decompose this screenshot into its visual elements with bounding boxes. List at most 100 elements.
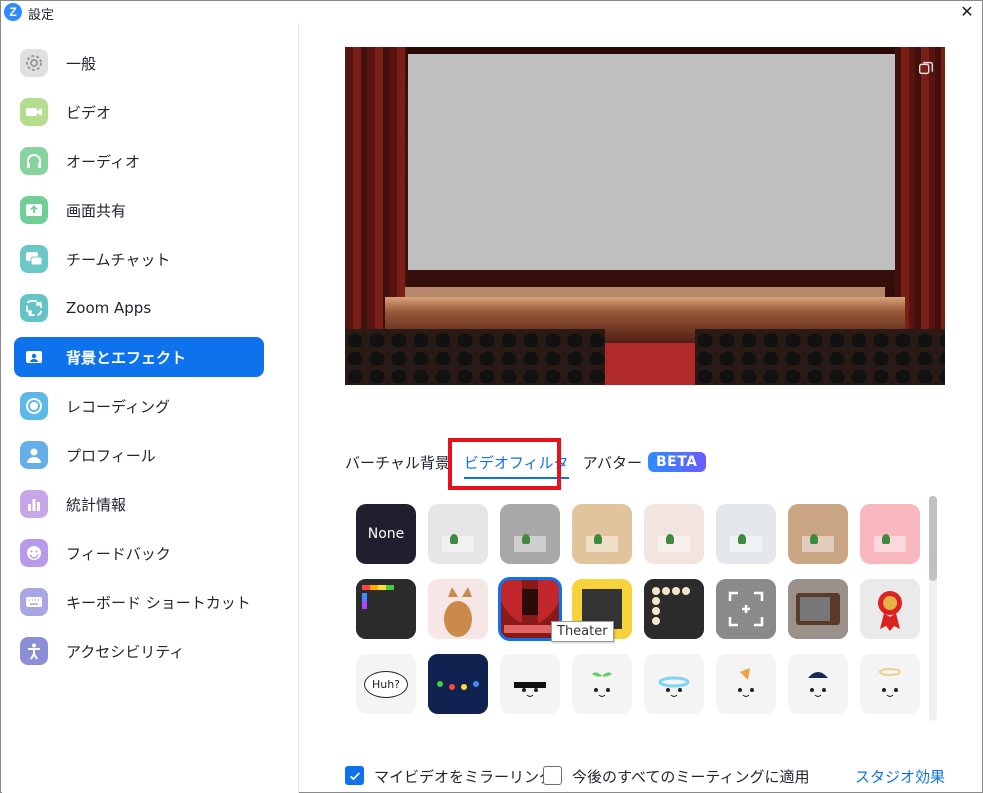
sidebar-item-label: チームチャット — [66, 250, 171, 269]
mirror-checkbox[interactable] — [345, 766, 364, 785]
bottom-options: マイビデオをミラーリング 今後のすべてのミーティングに適用 スタジオ効果 — [345, 765, 945, 787]
tab-avatar[interactable]: アバター — [583, 452, 642, 473]
copy-window-icon[interactable] — [915, 57, 937, 79]
desk-shape — [730, 536, 762, 552]
desk-shape — [586, 536, 618, 552]
headphones-icon — [20, 147, 48, 175]
sidebar-item-7[interactable]: レコーディング — [14, 386, 264, 426]
filter-tile-dog-frame[interactable] — [428, 579, 488, 639]
apply-all-label[interactable]: 今後のすべてのミーティングに適用 — [572, 766, 809, 787]
sidebar-item-1[interactable]: ビデオ — [14, 92, 264, 132]
bar-chart-icon — [20, 490, 48, 518]
medal-icon — [860, 579, 920, 639]
keyboard-icon — [20, 588, 48, 616]
tab-virtual-background[interactable]: バーチャル背景 — [345, 452, 450, 473]
filter-tile-string-lights[interactable] — [428, 654, 488, 714]
sidebar-item-label: 統計情報 — [66, 495, 127, 514]
sidebar-item-8[interactable]: プロフィール — [14, 435, 264, 475]
smile-icon — [20, 539, 48, 567]
desk-shape — [514, 536, 546, 552]
sidebar-item-12[interactable]: アクセシビリティ — [14, 631, 264, 671]
beta-badge: BETA — [647, 452, 706, 472]
sidebar-item-label: オーディオ — [66, 152, 140, 171]
filter-tooltip: Theater — [551, 621, 614, 642]
color-bar-icon — [356, 579, 416, 639]
plant-shape — [738, 534, 746, 544]
focus-frame-icon — [716, 579, 776, 639]
sidebar-item-2[interactable]: オーディオ — [14, 141, 264, 181]
sidebar-item-10[interactable]: フィードバック — [14, 533, 264, 573]
video-preview — [345, 47, 945, 385]
sidebar-item-label: アクセシビリティ — [66, 642, 185, 661]
filter-tile-none[interactable]: None — [356, 504, 416, 564]
filter-tile-pixel-sunglasses[interactable] — [500, 654, 560, 714]
scroll-thumb[interactable] — [929, 496, 937, 581]
filter-tile-tan-room[interactable] — [788, 504, 848, 564]
desk-shape — [442, 536, 474, 552]
settings-window: Z 設定 ✕ 一般ビデオオーディオ画面共有チームチャット Zoom Apps 背景と… — [0, 0, 983, 793]
filter-tile-huh-bubble[interactable]: Huh? — [356, 654, 416, 714]
plant-shape — [450, 534, 458, 544]
audience-right — [695, 329, 945, 385]
sprout-icon — [572, 654, 632, 714]
studio-effects-link[interactable]: スタジオ効果 — [855, 766, 945, 787]
plant-shape — [810, 534, 818, 544]
chat-bubbles-icon — [20, 245, 48, 273]
close-button[interactable]: ✕ — [956, 2, 978, 22]
sidebar-item-3[interactable]: 画面共有 — [14, 190, 264, 230]
audience-left — [345, 329, 605, 385]
video-camera-icon — [20, 98, 48, 126]
rainbow-halo-icon — [644, 654, 704, 714]
accessibility-icon — [20, 637, 48, 665]
aisle — [603, 343, 703, 385]
sidebar-item-6[interactable]: 背景とエフェクト — [14, 337, 264, 377]
dog-icon — [428, 579, 488, 639]
filter-tile-gray-room[interactable] — [500, 504, 560, 564]
filter-tile-pizza[interactable] — [716, 654, 776, 714]
sidebar-item-label: 背景とエフェクト — [66, 348, 187, 367]
desk-shape — [802, 536, 834, 552]
filter-tile-sprout[interactable] — [572, 654, 632, 714]
theater-screen — [408, 54, 895, 270]
sidebar-item-5[interactable]: Zoom Apps — [14, 288, 264, 328]
filter-tile-pale-blue-room[interactable] — [716, 504, 776, 564]
apply-all-checkbox[interactable] — [543, 766, 562, 785]
title-bar: Z 設定 ✕ — [1, 1, 982, 23]
sidebar-item-4[interactable]: チームチャット — [14, 239, 264, 279]
background-portrait-icon — [20, 343, 48, 371]
filter-tile-pink-gradient-room[interactable] — [860, 504, 920, 564]
settings-sidebar: 一般ビデオオーディオ画面共有チームチャット Zoom Apps 背景とエフェクト レコ… — [2, 23, 299, 793]
sidebar-item-11[interactable]: キーボード ショートカット — [14, 582, 264, 622]
halo-icon — [860, 654, 920, 714]
sidebar-item-label: 一般 — [66, 54, 97, 73]
sidebar-item-0[interactable]: 一般 — [14, 43, 264, 83]
filter-tile-zoom-cap[interactable] — [788, 654, 848, 714]
string-lights-icon — [428, 654, 488, 714]
filter-tile-focus-frame[interactable] — [716, 579, 776, 639]
desk-shape — [658, 536, 690, 552]
zoom-app-icon: Z — [4, 3, 22, 21]
share-screen-icon — [20, 196, 48, 224]
filter-tile-halo[interactable] — [860, 654, 920, 714]
sidebar-item-label: プロフィール — [66, 446, 156, 465]
apps-icon — [20, 294, 48, 322]
filter-tile-rainbow-halo[interactable] — [644, 654, 704, 714]
filter-tile-light-gray-room[interactable] — [428, 504, 488, 564]
filter-tile-medal[interactable] — [860, 579, 920, 639]
filter-tile-tv-frame[interactable] — [788, 579, 848, 639]
filter-tile-bulb-frame[interactable] — [644, 579, 704, 639]
sidebar-item-9[interactable]: 統計情報 — [14, 484, 264, 524]
profile-icon — [20, 441, 48, 469]
filter-scrollbar[interactable] — [929, 496, 937, 721]
bulb-frame-icon — [644, 579, 704, 639]
desk-shape — [874, 536, 906, 552]
filter-tile-color-bar-frame[interactable] — [356, 579, 416, 639]
plant-shape — [522, 534, 530, 544]
sidebar-item-label: レコーディング — [66, 397, 170, 416]
filter-tile-beige-room[interactable] — [572, 504, 632, 564]
filter-tile-pink-room[interactable] — [644, 504, 704, 564]
mirror-label[interactable]: マイビデオをミラーリング — [374, 766, 554, 787]
plant-shape — [594, 534, 602, 544]
pixel-sunglasses-icon — [500, 654, 560, 714]
record-icon — [20, 392, 48, 420]
